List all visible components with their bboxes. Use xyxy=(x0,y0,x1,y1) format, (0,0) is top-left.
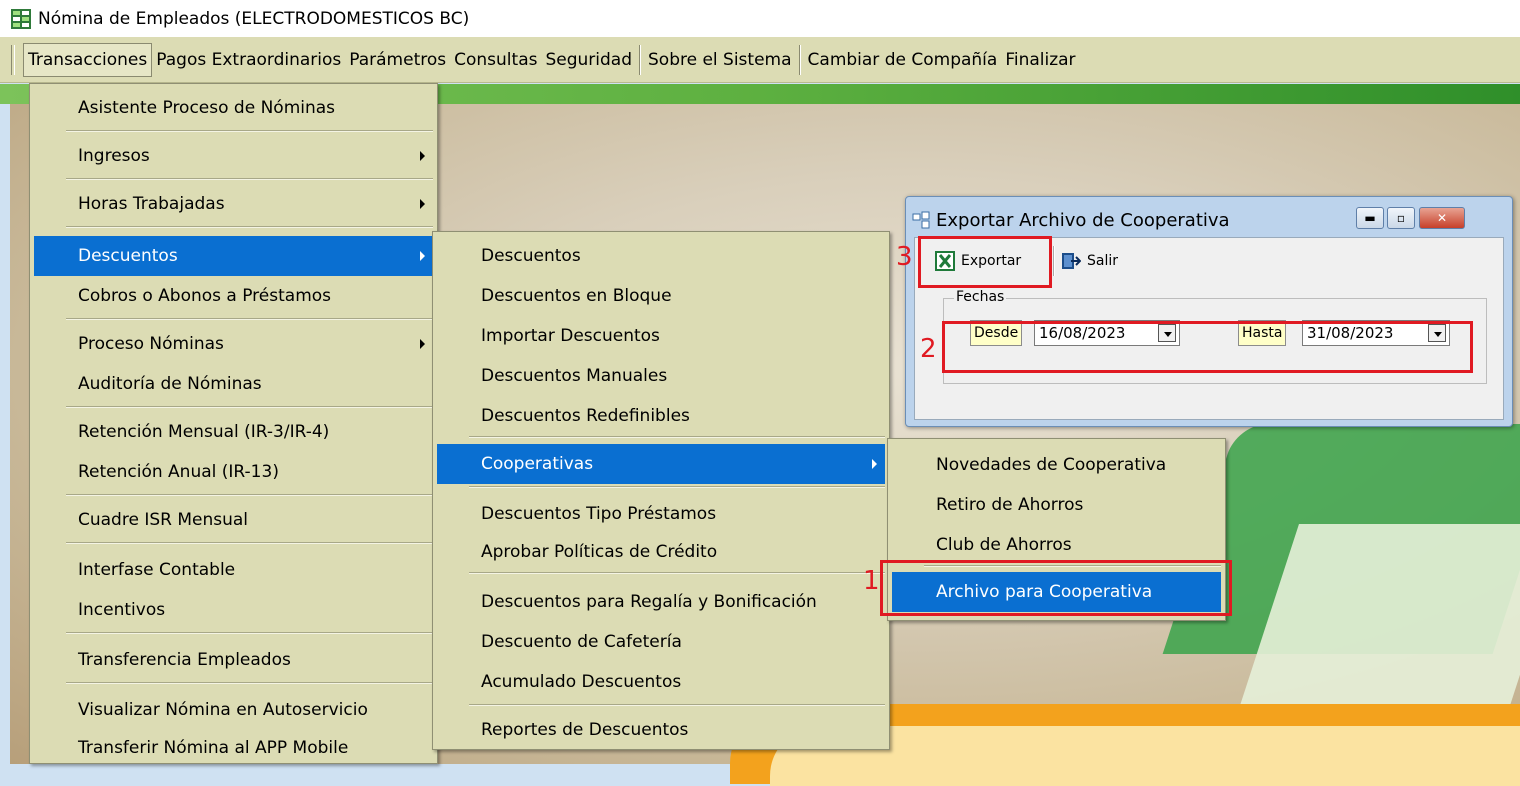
menubar-separator xyxy=(639,44,641,75)
close-icon: ✕ xyxy=(1436,211,1448,225)
menu-divider xyxy=(66,682,433,684)
menu-item-club-ahorros[interactable]: Club de Ahorros xyxy=(892,525,1221,565)
menu-item-descuentos-tipo-prestamos[interactable]: Descuentos Tipo Préstamos xyxy=(437,494,885,534)
exit-door-icon xyxy=(1062,253,1081,269)
menu-item-descuentos-redefinibles[interactable]: Descuentos Redefinibles xyxy=(437,396,885,436)
exit-button[interactable]: Salir xyxy=(1061,244,1118,278)
submenu-arrow-icon xyxy=(420,339,425,349)
export-cooperative-dialog: Exportar Archivo de Cooperativa ▬ ▫ ✕ Ex… xyxy=(905,196,1513,427)
menu-divider xyxy=(66,542,433,544)
menu-item-importar-descuentos[interactable]: Importar Descuentos xyxy=(437,316,885,356)
submenu-arrow-icon xyxy=(872,459,877,469)
menu-divider xyxy=(469,572,885,574)
menu-parametros[interactable]: Parámetros xyxy=(345,43,450,77)
window-titlebar: Nómina de Empleados (ELECTRODOMESTICOS B… xyxy=(0,0,1520,37)
menu-divider xyxy=(66,318,433,320)
minimize-button[interactable]: ▬ xyxy=(1356,207,1384,229)
menu-item-descuentos-regalia[interactable]: Descuentos para Regalía y Bonificación xyxy=(437,582,885,622)
annotation-number-1: 1 xyxy=(863,566,880,596)
maximize-button[interactable]: ▫ xyxy=(1387,207,1415,229)
menu-divider xyxy=(66,494,433,496)
annotation-number-2: 2 xyxy=(920,334,937,364)
annotation-number-3: 3 xyxy=(896,242,913,272)
annotation-box-2 xyxy=(942,321,1473,373)
menu-item-asistente[interactable]: Asistente Proceso de Nóminas xyxy=(34,88,433,128)
submenu-arrow-icon xyxy=(420,199,425,209)
grid-app-icon xyxy=(11,8,31,29)
menu-item-transferencia-empleados[interactable]: Transferencia Empleados xyxy=(34,640,433,680)
maximize-icon: ▫ xyxy=(1396,211,1406,225)
menu-item-retiro-ahorros[interactable]: Retiro de Ahorros xyxy=(892,485,1221,525)
menu-item-label: Proceso Nóminas xyxy=(78,334,224,354)
menu-item-visualizar-nomina[interactable]: Visualizar Nómina en Autoservicio xyxy=(34,690,433,730)
menu-item-label: Ingresos xyxy=(78,146,150,166)
window-title: Nómina de Empleados (ELECTRODOMESTICOS B… xyxy=(38,8,470,29)
menu-item-retencion-mensual[interactable]: Retención Mensual (IR-3/IR-4) xyxy=(34,412,433,452)
annotation-box-1 xyxy=(880,560,1232,616)
menubar-separator xyxy=(798,44,801,75)
menu-item-cuadre-isr[interactable]: Cuadre ISR Mensual xyxy=(34,500,433,540)
transacciones-dropdown: Asistente Proceso de Nóminas Ingresos Ho… xyxy=(29,83,438,764)
menu-item-cobros-abonos[interactable]: Cobros o Abonos a Préstamos xyxy=(34,276,433,316)
menu-item-descuentos-bloque[interactable]: Descuentos en Bloque xyxy=(437,276,885,316)
descuentos-submenu: Descuentos Descuentos en Bloque Importar… xyxy=(432,231,890,750)
menu-cambiar-compania[interactable]: Cambiar de Compañía xyxy=(804,43,1002,77)
menu-transacciones[interactable]: Transacciones xyxy=(23,42,153,77)
menu-item-descuentos-sub[interactable]: Descuentos xyxy=(437,236,885,276)
menu-item-interfase-contable[interactable]: Interfase Contable xyxy=(34,550,433,590)
menu-divider xyxy=(66,130,433,132)
menu-item-label: Descuentos xyxy=(78,246,178,266)
menu-item-retencion-anual[interactable]: Retención Anual (IR-13) xyxy=(34,452,433,492)
menu-consultas[interactable]: Consultas xyxy=(450,43,541,77)
menu-item-auditoria[interactable]: Auditoría de Nóminas xyxy=(34,364,433,404)
menu-item-cooperativas[interactable]: Cooperativas xyxy=(437,444,885,484)
menu-finalizar[interactable]: Finalizar xyxy=(1001,43,1079,77)
toolbar-separator xyxy=(1053,246,1055,276)
dialog-window-icon xyxy=(912,211,930,229)
menu-item-proceso-nominas[interactable]: Proceso Nóminas xyxy=(34,324,433,364)
menu-item-ingresos[interactable]: Ingresos xyxy=(34,136,433,176)
dialog-titlebar: Exportar Archivo de Cooperativa xyxy=(912,205,1230,235)
menu-item-transferir-app[interactable]: Transferir Nómina al APP Mobile xyxy=(34,728,433,768)
annotation-box-3 xyxy=(918,236,1052,288)
menu-item-acumulado-descuentos[interactable]: Acumulado Descuentos xyxy=(437,662,885,702)
dialog-title: Exportar Archivo de Cooperativa xyxy=(936,209,1230,231)
menu-divider xyxy=(469,486,885,488)
minimize-icon: ▬ xyxy=(1364,211,1376,225)
submenu-arrow-icon xyxy=(420,151,425,161)
menu-item-reportes-descuentos[interactable]: Reportes de Descuentos xyxy=(437,710,885,750)
menu-divider xyxy=(66,226,433,228)
menu-item-novedades-cooperativa[interactable]: Novedades de Cooperativa xyxy=(892,445,1221,485)
fechas-group-label: Fechas xyxy=(954,289,1007,305)
menu-sobre-el-sistema[interactable]: Sobre el Sistema xyxy=(644,43,796,77)
submenu-arrow-icon xyxy=(420,251,425,261)
exit-button-label: Salir xyxy=(1087,253,1119,269)
menu-pagos-extraordinarios[interactable]: Pagos Extraordinarios xyxy=(152,43,345,77)
menu-divider xyxy=(469,704,885,706)
menu-item-horas-trabajadas[interactable]: Horas Trabajadas xyxy=(34,184,433,224)
menu-item-label: Cooperativas xyxy=(481,454,594,474)
menu-item-descuento-cafeteria[interactable]: Descuento de Cafetería xyxy=(437,622,885,662)
menu-divider xyxy=(469,436,885,438)
menu-item-descuentos[interactable]: Descuentos xyxy=(34,236,433,276)
menu-item-descuentos-manuales[interactable]: Descuentos Manuales xyxy=(437,356,885,396)
menu-divider xyxy=(66,632,433,634)
menu-item-label: Horas Trabajadas xyxy=(78,194,225,214)
menu-divider xyxy=(66,406,433,408)
menu-item-aprobar-politicas[interactable]: Aprobar Políticas de Crédito xyxy=(437,532,885,572)
menu-divider xyxy=(66,178,433,180)
menu-item-incentivos[interactable]: Incentivos xyxy=(34,590,433,630)
close-button[interactable]: ✕ xyxy=(1419,207,1465,229)
menubar-grip xyxy=(11,44,15,75)
menubar: Transacciones Pagos Extraordinarios Pará… xyxy=(0,37,1520,83)
menu-seguridad[interactable]: Seguridad xyxy=(541,43,636,77)
